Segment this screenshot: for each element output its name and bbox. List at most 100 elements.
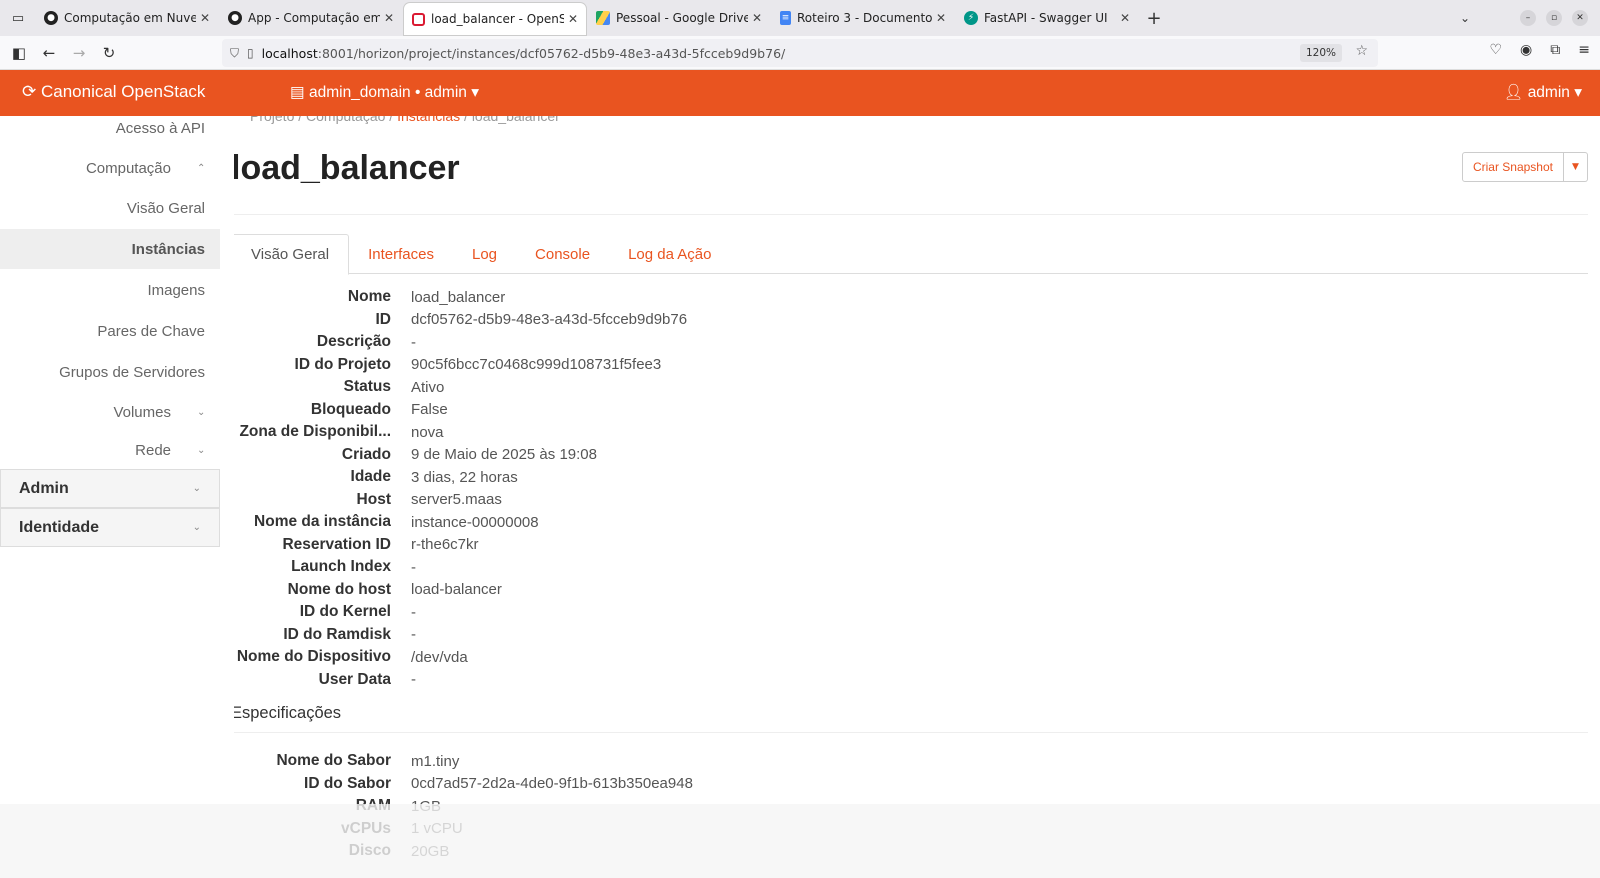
detail-row: Disco 20GB — [234, 840, 1131, 863]
detail-value: /dev/vda — [411, 648, 468, 666]
detail-label: Status — [343, 378, 391, 396]
browser-tab[interactable]: ● App - Computação em Nu ✕ — [220, 3, 402, 33]
breadcrumb-item[interactable]: Instâncias — [397, 116, 460, 124]
detail-row: ID do Kernel - — [234, 601, 1131, 624]
sidebar-item-instances[interactable]: Instâncias — [0, 229, 220, 269]
sidebar-item-images[interactable]: Imagens — [0, 270, 220, 310]
browser-tab[interactable]: ≡ Roteiro 3 - Documentos G ✕ — [772, 3, 954, 33]
close-icon[interactable]: ✕ — [936, 11, 946, 25]
detail-row: RAM 1GB — [234, 795, 1131, 818]
close-window-icon[interactable]: ✕ — [1572, 10, 1588, 26]
zoom-indicator[interactable]: 120% — [1299, 44, 1342, 62]
chevron-up-icon: ⌃ — [197, 162, 206, 174]
new-tab-button[interactable]: + — [1140, 8, 1168, 29]
close-icon[interactable]: ✕ — [384, 11, 394, 25]
caret-down-icon: ▾ — [1574, 84, 1582, 101]
detail-row: Idade 3 dias, 22 horas — [234, 466, 1131, 489]
sidebar-panel-admin[interactable]: Admin ⌄ — [0, 469, 220, 508]
caret-down-icon[interactable]: ▼ — [1564, 152, 1588, 182]
chevron-down-icon[interactable]: ⌄ — [1460, 11, 1470, 25]
divider — [234, 732, 1588, 733]
sidebar-item-api-access[interactable]: Acesso à API — [0, 108, 220, 148]
tab-interfaces[interactable]: Interfaces — [349, 234, 453, 274]
close-icon[interactable]: ✕ — [1120, 11, 1130, 25]
sidebar-item-volumes[interactable]: Volumes ⌄ — [0, 392, 220, 432]
browser-tab[interactable]: Pessoal - Google Drive ✕ — [588, 3, 770, 33]
detail-value: r-the6c7kr — [411, 536, 479, 554]
detail-value: 20GB — [411, 842, 450, 860]
tab-overview[interactable]: Visão Geral — [234, 234, 350, 275]
close-icon[interactable]: ✕ — [568, 12, 578, 26]
brand-logo[interactable]: ⟳ Canonical OpenStack — [22, 82, 205, 102]
sidebar-item-label: Pares de Chave — [97, 322, 205, 340]
sidebar-item-label: Volumes — [113, 403, 171, 421]
user-menu[interactable]: 👤︎ admin ▾ — [1504, 83, 1582, 102]
toolbar-icons: ♡ ◉ ⧉ ≡ — [1489, 42, 1590, 58]
detail-row: Nome load_balancer — [234, 286, 1131, 309]
detail-value: - — [411, 603, 416, 621]
snapshot-button-group: Criar Snapshot ▼ — [1461, 152, 1588, 182]
close-icon[interactable]: ✕ — [200, 11, 210, 25]
tab-console[interactable]: Console — [516, 234, 609, 274]
sidebar-item-server-groups[interactable]: Grupos de Servidores — [0, 352, 220, 392]
browser-tab[interactable]: ● Computação em Nuvem - ✕ — [36, 3, 218, 33]
detail-value: - — [411, 333, 416, 351]
sidebar-item-compute[interactable]: Computação ⌃ — [0, 148, 220, 188]
detail-row: Reservation ID r-the6c7kr — [234, 534, 1131, 557]
restore-icon[interactable]: ▫ — [1546, 10, 1562, 26]
sidebar-item-label: Acesso à API — [115, 119, 205, 137]
tab-list-icon[interactable]: ▭ — [0, 0, 36, 36]
sidebar-item-key-pairs[interactable]: Pares de Chave — [0, 311, 220, 351]
reload-icon[interactable]: ↻ — [94, 38, 124, 68]
extensions-icon[interactable]: ⧉ — [1550, 42, 1560, 58]
menu-icon[interactable]: ≡ — [1578, 42, 1590, 58]
sidebar-item-label: Instâncias — [131, 240, 205, 258]
detail-row: Bloqueado False — [234, 399, 1131, 422]
bookmark-star-icon[interactable]: ☆ — [1355, 43, 1368, 59]
url-bar[interactable]: ⛉ ▯ localhost:8001/horizon/project/insta… — [222, 39, 1378, 67]
create-snapshot-button[interactable]: Criar Snapshot — [1461, 152, 1564, 182]
sidebar-panel-identity[interactable]: Identidade ⌄ — [0, 508, 220, 547]
sidebar-item-network[interactable]: Rede ⌄ — [0, 430, 220, 470]
detail-value: server5.maas — [411, 491, 502, 509]
shield-icon[interactable]: ⛉ — [230, 46, 239, 61]
sidebar: Acesso à API Computação ⌃ Visão Geral Ins… — [0, 116, 220, 878]
minimize-icon[interactable]: – — [1520, 10, 1536, 26]
pocket-icon[interactable]: ♡ — [1489, 42, 1502, 58]
tab-title: App - Computação em Nu — [248, 11, 380, 25]
browser-tab-active[interactable]: load_balancer - OpenSta ✕ — [404, 3, 586, 35]
forward-icon[interactable]: → — [64, 38, 94, 68]
breadcrumb-item[interactable]: Computação — [306, 116, 385, 124]
detail-label: Criado — [341, 445, 391, 463]
detail-value: 9 de Maio de 2025 às 19:08 — [411, 446, 597, 464]
sidebar-item-label: Grupos de Servidores — [59, 363, 205, 381]
detail-row: Nome do Sabor m1.tiny — [234, 750, 1131, 773]
url-path: :8001/horizon/project/instances/dcf05762… — [317, 45, 786, 61]
chevron-down-icon: ⌄ — [197, 406, 206, 418]
browser-tab[interactable]: ⚡ FastAPI - Swagger UI ✕ — [956, 3, 1138, 33]
account-icon[interactable]: ◉ — [1520, 42, 1532, 58]
detail-label: User Data — [318, 670, 391, 688]
close-icon[interactable]: ✕ — [752, 11, 762, 25]
detail-row: Host server5.maas — [234, 489, 1131, 512]
detail-value: 90c5f6bcc7c0468c999d108731f5fee3 — [411, 356, 662, 374]
detail-label: Disco — [348, 842, 391, 860]
tab-title: load_balancer - OpenSta — [431, 12, 564, 26]
project-selector[interactable]: ▤ admin_domain • admin ▾ — [290, 83, 479, 102]
tab-action-log[interactable]: Log da Ação — [609, 234, 730, 274]
page-icon[interactable]: ▯ — [247, 46, 254, 60]
breadcrumb-item[interactable]: Projeto — [250, 116, 294, 124]
detail-row: Nome da instância instance-00000008 — [234, 511, 1131, 534]
detail-label: ID do Kernel — [299, 603, 391, 621]
openstack-header: ⟳ Canonical OpenStack ▤ admin_domain • a… — [0, 70, 1600, 116]
back-icon[interactable]: ← — [34, 38, 64, 68]
detail-row: ID do Projeto 90c5f6bcc7c0468c999d108731f… — [234, 354, 1131, 377]
detail-value: nova — [411, 423, 444, 441]
tab-log[interactable]: Log — [453, 234, 516, 274]
detail-value: load_balancer — [411, 288, 506, 306]
detail-label: Idade — [350, 468, 391, 486]
detail-label: Nome do Sabor — [276, 752, 391, 770]
detail-label: ID — [375, 310, 392, 328]
sidebar-toggle-icon[interactable]: ◧ — [4, 38, 34, 68]
sidebar-item-overview[interactable]: Visão Geral — [0, 188, 220, 228]
